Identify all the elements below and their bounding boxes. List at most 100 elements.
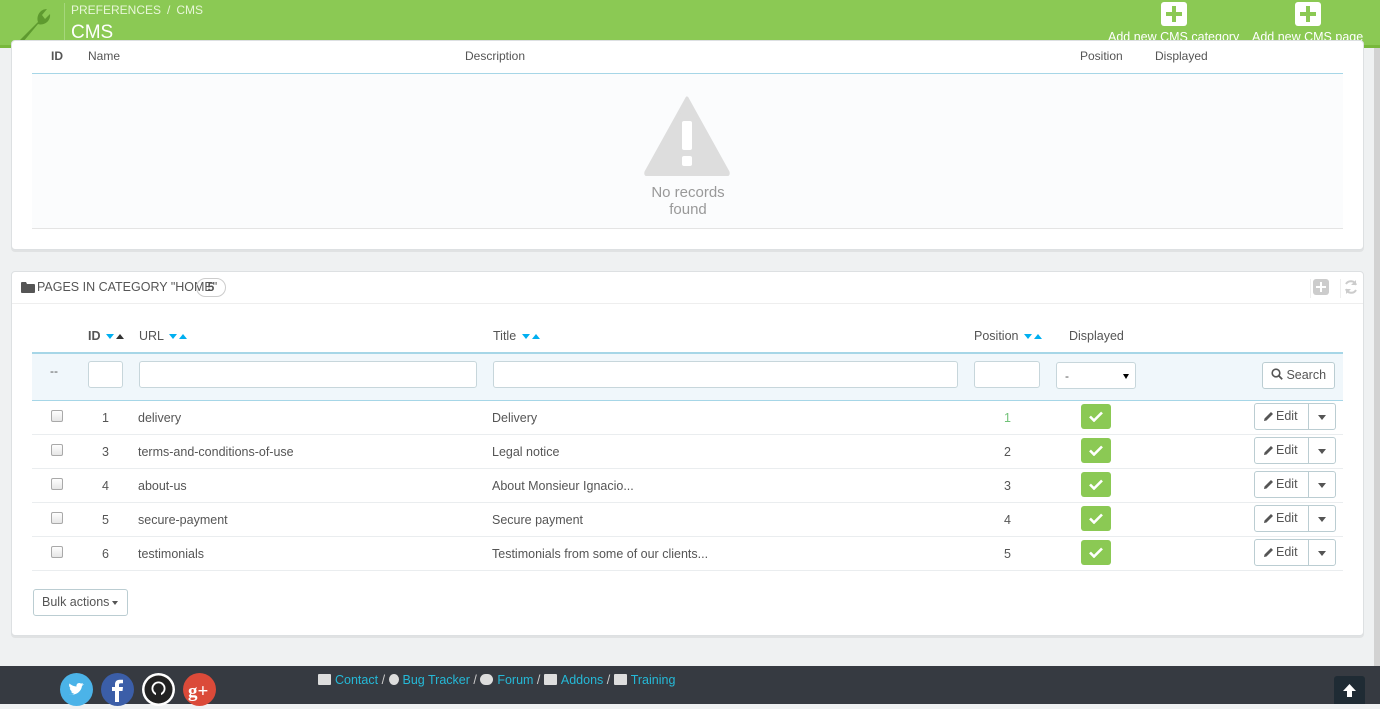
sort-desc-icon[interactable] [1023, 334, 1032, 340]
row-position[interactable]: 4 [1004, 513, 1011, 527]
row-title[interactable]: Legal notice [492, 445, 559, 459]
breadcrumb-preferences[interactable]: PREFERENCES [71, 3, 161, 17]
edit-button[interactable]: Edit [1254, 471, 1309, 498]
row-title[interactable]: Delivery [492, 411, 537, 425]
row-url[interactable]: delivery [138, 411, 181, 425]
google-plus-icon[interactable]: g+ [183, 673, 216, 706]
table-row: 1 delivery Delivery 1 Edit [32, 401, 1343, 435]
forum-link[interactable]: Forum [497, 673, 533, 687]
row-checkbox[interactable] [51, 546, 63, 558]
sort-asc-icon[interactable] [179, 334, 188, 340]
col-displayed: Displayed [1155, 49, 1208, 63]
row-title[interactable]: Secure payment [492, 513, 583, 527]
sort-asc-icon[interactable] [1033, 334, 1042, 340]
edit-label: Edit [1276, 443, 1298, 457]
bug-tracker-link[interactable]: Bug Tracker [403, 673, 470, 687]
caret-down-icon [1318, 483, 1326, 488]
sort-desc-icon[interactable] [521, 334, 530, 340]
scroll-to-top-button[interactable] [1334, 676, 1365, 704]
row-position[interactable]: 2 [1004, 445, 1011, 459]
row-actions-dropdown[interactable] [1308, 471, 1336, 498]
pencil-icon [1264, 446, 1273, 455]
row-url[interactable]: terms-and-conditions-of-use [138, 445, 294, 459]
training-link[interactable]: Training [631, 673, 676, 687]
github-icon[interactable] [142, 673, 175, 706]
search-icon [1271, 368, 1283, 380]
twitter-icon[interactable] [60, 673, 93, 706]
filter-position-input[interactable] [974, 361, 1040, 388]
edit-button[interactable]: Edit [1254, 437, 1309, 464]
check-icon [1089, 513, 1103, 524]
displayed-toggle[interactable] [1081, 506, 1111, 531]
col-header-url[interactable]: URL [139, 329, 188, 343]
row-url[interactable]: secure-payment [138, 513, 228, 527]
filter-title-input[interactable] [493, 361, 958, 388]
filter-id-input[interactable] [88, 361, 123, 388]
row-actions-dropdown[interactable] [1308, 403, 1336, 430]
displayed-toggle[interactable] [1081, 472, 1111, 497]
row-checkbox[interactable] [51, 444, 63, 456]
edit-button[interactable]: Edit [1254, 505, 1309, 532]
filter-url-input[interactable] [139, 361, 477, 388]
addons-link[interactable]: Addons [561, 673, 603, 687]
displayed-toggle[interactable] [1081, 540, 1111, 565]
row-actions-dropdown[interactable] [1308, 539, 1336, 566]
col-position[interactable]: Position [1080, 49, 1123, 63]
add-cms-page-button[interactable]: Add new CMS page [1252, 2, 1363, 44]
sort-desc-icon[interactable] [105, 334, 114, 340]
row-url[interactable]: about-us [138, 479, 187, 493]
bulk-actions-button[interactable]: Bulk actions [33, 589, 128, 616]
row-position[interactable]: 3 [1004, 479, 1011, 493]
row-checkbox[interactable] [51, 410, 63, 422]
displayed-toggle[interactable] [1081, 404, 1111, 429]
filter-displayed-value: - [1065, 369, 1069, 383]
row-actions-dropdown[interactable] [1308, 505, 1336, 532]
table-row: 3 terms-and-conditions-of-use Legal noti… [32, 435, 1343, 469]
sort-asc-icon[interactable] [115, 334, 124, 340]
edit-label: Edit [1276, 545, 1298, 559]
add-icon[interactable] [1310, 279, 1330, 298]
sort-desc-icon[interactable] [169, 334, 178, 340]
edit-button[interactable]: Edit [1254, 539, 1309, 566]
refresh-icon[interactable] [1340, 279, 1360, 298]
row-id: 5 [102, 513, 109, 527]
row-checkbox[interactable] [51, 512, 63, 524]
envelope-icon [318, 674, 331, 685]
puzzle-icon [543, 674, 557, 685]
col-header-displayed: Displayed [1069, 329, 1124, 343]
wrench-icon [20, 9, 51, 42]
sort-asc-icon[interactable] [531, 334, 540, 340]
search-button[interactable]: Search [1262, 362, 1335, 389]
row-position[interactable]: 5 [1004, 547, 1011, 561]
folder-icon [21, 282, 35, 293]
footer-links: Contact / Bug Tracker / Forum / Addons /… [318, 673, 675, 687]
table-row: 4 about-us About Monsieur Ignacio... 3 E… [32, 469, 1343, 503]
row-position[interactable]: 1 [1004, 411, 1011, 425]
pencil-icon [1264, 514, 1273, 523]
footer: g+ Contact / Bug Tracker / Forum / Addon… [0, 666, 1380, 706]
caret-down-icon [112, 600, 119, 605]
breadcrumb-cms[interactable]: CMS [176, 3, 203, 17]
col-id[interactable]: ID [51, 49, 63, 63]
chevron-down-icon [1123, 374, 1129, 379]
table-row: 6 testimonials Testimonials from some of… [32, 537, 1343, 571]
row-url[interactable]: testimonials [138, 547, 204, 561]
edit-label: Edit [1276, 511, 1298, 525]
edit-button[interactable]: Edit [1254, 403, 1309, 430]
facebook-icon[interactable] [101, 673, 134, 706]
col-header-position[interactable]: Position [974, 329, 1042, 343]
col-header-id[interactable]: ID [88, 329, 124, 343]
row-actions-dropdown[interactable] [1308, 437, 1336, 464]
col-header-title[interactable]: Title [493, 329, 540, 343]
col-name[interactable]: Name [88, 49, 120, 63]
col-title-label: Title [493, 329, 517, 343]
contact-link[interactable]: Contact [335, 673, 378, 687]
row-checkbox[interactable] [51, 478, 63, 490]
col-description[interactable]: Description [465, 49, 525, 63]
scrollbar[interactable] [1374, 48, 1380, 668]
filter-displayed-select[interactable]: - [1056, 362, 1136, 389]
row-title[interactable]: Testimonials from some of our clients... [492, 547, 708, 561]
displayed-toggle[interactable] [1081, 438, 1111, 463]
row-title[interactable]: About Monsieur Ignacio... [492, 479, 634, 493]
add-cms-category-button[interactable]: Add new CMS category [1108, 2, 1239, 44]
